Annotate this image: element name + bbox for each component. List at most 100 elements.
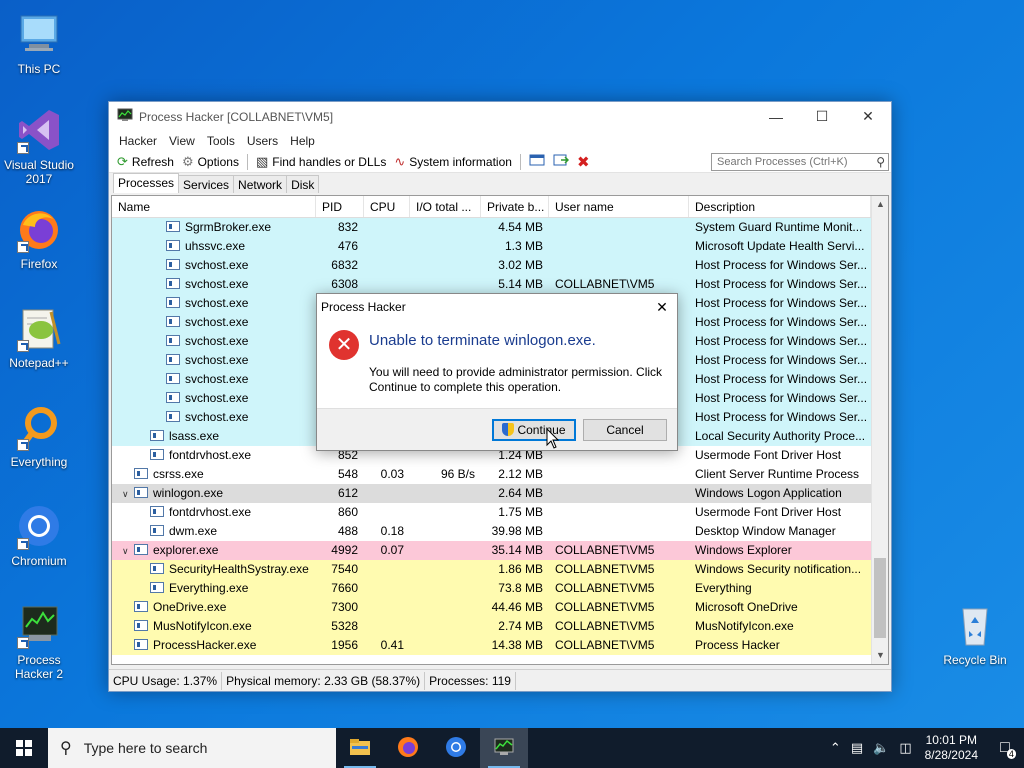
private-bytes-cell: 2.64 MB	[498, 486, 543, 500]
notification-count: 4	[1006, 749, 1016, 759]
volume-muted-icon[interactable]: 🔈	[873, 740, 889, 756]
table-row[interactable]: SgrmBroker.exe 832 4.54 MB System Guard Run…	[112, 218, 872, 237]
pid-cell: 548	[337, 467, 358, 481]
chevron-up-icon[interactable]: ⌃	[830, 740, 841, 756]
expand-chevron-icon[interactable]: ∨	[122, 485, 134, 503]
refresh-button[interactable]: ⟳ Refresh	[113, 152, 178, 172]
cpu-cell	[364, 579, 410, 598]
desktop-icon-chromium[interactable]: Chromium	[1, 502, 77, 568]
taskbar-firefox[interactable]	[384, 728, 432, 768]
vertical-scrollbar[interactable]: ▲ ▼	[871, 196, 888, 664]
table-row[interactable]: svchost.exe 6308 5.14 MB COLLABNET\VM5 Host …	[112, 275, 872, 294]
action-center-warning-icon[interactable]: ◫	[899, 740, 911, 756]
scroll-thumb[interactable]	[874, 558, 886, 638]
table-row[interactable]: SecurityHealthSystray.exe 7540 1.86 MB COLL…	[112, 560, 872, 579]
desktop-icon-notepadpp[interactable]: Notepad++	[1, 304, 77, 370]
table-row[interactable]: Everything.exe 7660 73.8 MB COLLABNET\VM5 Ev…	[112, 579, 872, 598]
column-header-user-name[interactable]: User name	[549, 196, 689, 217]
status-physical-memory: Physical memory: 2.33 GB (58.37%)	[222, 671, 426, 690]
column-header-io-total[interactable]: I/O total ...	[410, 196, 481, 217]
system-information-button[interactable]: ∿ System information	[390, 152, 516, 172]
menu-view[interactable]: View	[163, 134, 201, 148]
process-name-cell: ∨ explorer.exe	[112, 541, 316, 560]
desktop-icon-process-hacker[interactable]: Process Hacker 2	[1, 601, 77, 681]
tab-disk[interactable]: Disk	[286, 175, 320, 193]
scroll-up-arrow-icon[interactable]: ▲	[872, 196, 888, 213]
taskbar-file-explorer[interactable]	[336, 728, 384, 768]
tab-services[interactable]: Services	[178, 175, 235, 193]
network-icon[interactable]: ▤	[851, 740, 863, 756]
menu-help[interactable]: Help	[284, 134, 321, 148]
description-cell: Host Process for Windows Ser...	[695, 391, 868, 405]
clock[interactable]: 10:01 PM 8/28/2024	[917, 733, 986, 763]
dialog-close-icon[interactable]: ✕	[647, 299, 677, 316]
menu-users[interactable]: Users	[241, 134, 284, 148]
description-cell: Client Server Runtime Process	[695, 467, 860, 481]
tab-network[interactable]: Network	[233, 175, 288, 193]
user-name-cell: COLLABNET\VM5	[555, 619, 655, 633]
desktop-icon-visual-studio[interactable]: Visual Studio 2017	[1, 106, 77, 186]
magnifier-icon	[15, 403, 63, 451]
table-row[interactable]: csrss.exe 548 0.03 96 B/s 2.12 MB Client Serv…	[112, 465, 872, 484]
column-header-row: Name PID CPU I/O total ... Private b... …	[112, 196, 888, 218]
desktop-icon-everything[interactable]: Everything	[1, 403, 77, 469]
desktop-icon-label: Firefox	[20, 257, 58, 271]
taskbar-search-box[interactable]: ⚲ Type here to search	[48, 728, 336, 768]
process-name-cell: OneDrive.exe	[112, 598, 316, 617]
process-search-input[interactable]	[715, 154, 874, 169]
desktop-icon-firefox[interactable]: Firefox	[1, 205, 77, 271]
table-row[interactable]: ProcessHacker.exe 1956 0.41 14.38 MB COLLABN…	[112, 636, 872, 655]
process-name-cell: svchost.exe	[112, 256, 316, 275]
column-header-name[interactable]: Name	[112, 196, 316, 217]
column-header-description[interactable]: Description	[689, 196, 871, 217]
search-icon[interactable]: ⚲	[873, 155, 888, 169]
table-row[interactable]: uhssvc.exe 476 1.3 MB Microsoft Update Heal…	[112, 237, 872, 256]
start-button[interactable]	[0, 728, 48, 768]
window-view-button[interactable]	[525, 152, 549, 172]
table-row[interactable]: ∨ winlogon.exe 612 2.64 MB Windows Logon App…	[112, 484, 872, 503]
private-bytes-cell: 1.3 MB	[504, 239, 543, 253]
desktop-icon-recycle-bin[interactable]: Recycle Bin	[937, 601, 1013, 667]
table-row[interactable]: ∨ explorer.exe 4992 0.07 35.14 MB COLLABNET\V…	[112, 541, 872, 560]
dialog-title-bar[interactable]: Process Hacker ✕	[317, 294, 677, 320]
taskbar-chromium[interactable]	[432, 728, 480, 768]
menu-hacker[interactable]: Hacker	[113, 134, 163, 148]
window-go-button[interactable]	[549, 152, 573, 172]
table-row[interactable]: OneDrive.exe 7300 44.46 MB COLLABNET\VM5 Mic…	[112, 598, 872, 617]
firefox-icon	[15, 205, 63, 253]
options-button[interactable]: ⚙ Options	[178, 152, 243, 172]
process-name-cell: uhssvc.exe	[112, 237, 316, 256]
table-row[interactable]: fontdrvhost.exe 860 1.75 MB Usermode Font D…	[112, 503, 872, 522]
pid-cell: 488	[337, 524, 358, 538]
process-search-box[interactable]: ⚲	[711, 152, 889, 171]
table-row[interactable]: MusNotifyIcon.exe 5328 2.74 MB COLLABNET\VM…	[112, 617, 872, 636]
column-header-cpu[interactable]: CPU	[364, 196, 410, 217]
user-name-cell	[549, 484, 689, 503]
close-button[interactable]: ✕	[845, 102, 891, 131]
private-bytes-cell: 44.46 MB	[491, 600, 543, 614]
cancel-button[interactable]: Cancel	[583, 419, 667, 441]
table-row[interactable]: svchost.exe 6832 3.02 MB Host Process for W…	[112, 256, 872, 275]
column-header-pid[interactable]: PID	[316, 196, 364, 217]
tab-processes[interactable]: Processes	[113, 173, 180, 193]
desktop-icon-this-pc[interactable]: This PC	[1, 10, 77, 76]
menu-tools[interactable]: Tools	[201, 134, 241, 148]
title-bar[interactable]: Process Hacker [COLLABNET\VM5] — ☐ ✕	[109, 102, 891, 131]
scroll-down-arrow-icon[interactable]: ▼	[872, 647, 888, 664]
expand-chevron-icon[interactable]: ∨	[122, 542, 134, 560]
binoculars-icon: ▧	[255, 153, 269, 169]
status-bar: CPU Usage: 1.37% Physical memory: 2.33 G…	[109, 669, 891, 691]
process-icon	[150, 582, 164, 593]
find-handles-button[interactable]: ▧ Find handles or DLLs	[252, 152, 390, 172]
description-cell: Host Process for Windows Ser...	[695, 258, 868, 272]
minimize-button[interactable]: —	[753, 102, 799, 131]
notifications-button[interactable]: □ 4	[986, 728, 1024, 768]
firefox-icon	[397, 736, 419, 761]
continue-button[interactable]: Continue	[492, 419, 576, 441]
process-name-cell: svchost.exe	[112, 294, 316, 313]
table-row[interactable]: dwm.exe 488 0.18 39.98 MB Desktop Window Man…	[112, 522, 872, 541]
maximize-button[interactable]: ☐	[799, 102, 845, 131]
terminate-button[interactable]: ✖	[573, 152, 594, 172]
taskbar-process-hacker[interactable]	[480, 728, 528, 768]
column-header-private-bytes[interactable]: Private b...	[481, 196, 549, 217]
